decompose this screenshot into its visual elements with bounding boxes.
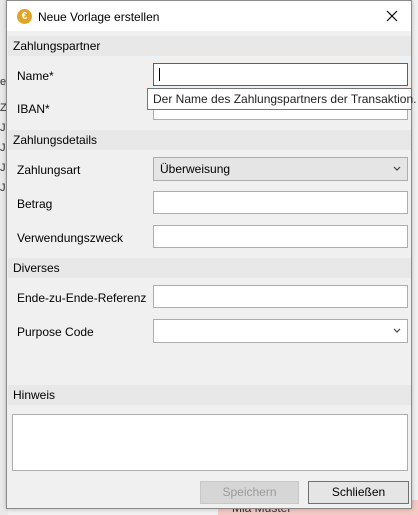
notes-textarea[interactable] [12,414,408,471]
name-tooltip: Der Name des Zahlungspartners der Transa… [147,88,416,110]
payment-type-value: Überweisung [160,162,231,176]
save-button[interactable]: Speichern [200,481,299,504]
close-window-button[interactable] [373,1,411,31]
section-header-payee: Zahlungspartner [8,36,411,56]
euro-icon: € [17,9,32,24]
chevron-down-icon [393,166,401,171]
close-button[interactable]: Schließen [308,481,409,504]
iban-label: IBAN* [17,102,50,116]
close-icon [386,10,398,22]
background-glyph: J [0,142,6,154]
e2e-reference-label: Ende-zu-Ende-Referenz [17,291,147,305]
background-glyph: J [0,182,6,194]
e2e-reference-input[interactable] [153,285,408,308]
name-label: Name* [17,69,54,83]
purpose-code-select[interactable] [153,319,408,343]
section-header-notes: Hinweis [8,385,411,405]
section-header-misc: Diverses [8,258,411,278]
background-glyph: J [0,162,6,174]
purpose-label: Verwendungszweck [17,231,124,245]
name-input[interactable] [153,63,408,86]
chevron-down-icon [393,328,401,333]
background-glyph: J [0,122,6,134]
section-header-details: Zahlungsdetails [8,130,411,150]
purpose-input[interactable] [153,225,408,248]
purpose-code-label: Purpose Code [17,325,94,339]
amount-label: Betrag [17,197,53,211]
new-template-dialog: € Neue Vorlage erstellen Zahlungspartner… [6,0,412,509]
dialog-title: Neue Vorlage erstellen [38,10,160,24]
amount-input[interactable] [153,191,408,214]
payment-type-label: Zahlungsart [17,163,81,177]
payment-type-select[interactable]: Überweisung [153,157,408,181]
text-caret [159,68,160,81]
title-bar: € Neue Vorlage erstellen [7,1,411,31]
